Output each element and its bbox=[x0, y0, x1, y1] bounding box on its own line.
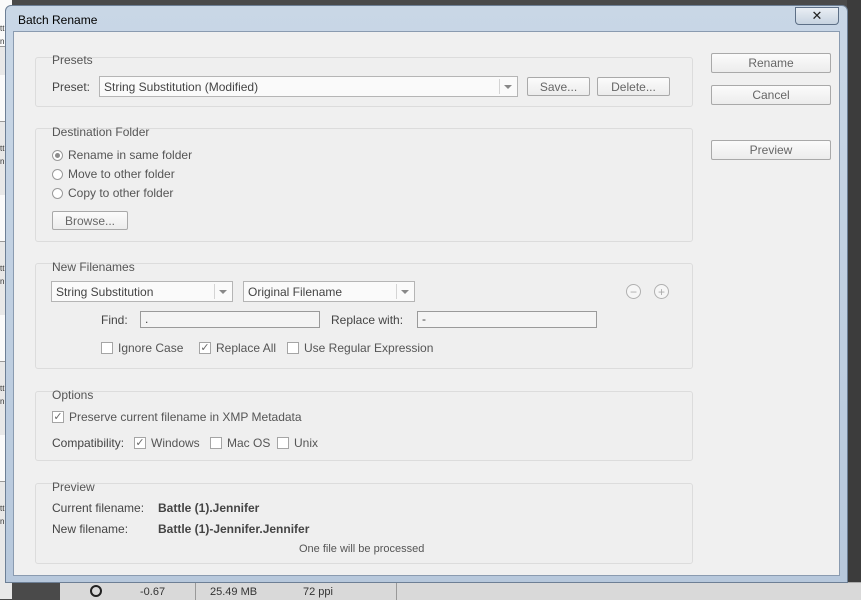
combo-divider bbox=[499, 79, 500, 94]
batch-rename-dialog: Batch Rename ✕ Presets Preset: String Su… bbox=[5, 5, 848, 583]
compatibility-label: Compatibility: bbox=[52, 436, 125, 450]
close-button[interactable]: ✕ bbox=[795, 7, 839, 25]
radio-move-other-folder[interactable]: Move to other folder bbox=[52, 167, 175, 181]
preview-button[interactable]: Preview bbox=[711, 140, 831, 160]
macos-checkbox[interactable]: Mac OS bbox=[210, 436, 270, 450]
checkbox[interactable] bbox=[101, 342, 113, 354]
replace-input[interactable]: - bbox=[417, 311, 597, 328]
cancel-button[interactable]: Cancel bbox=[711, 85, 831, 105]
status-value: -0.67 bbox=[140, 586, 166, 598]
ignore-case-checkbox[interactable]: Ignore Case bbox=[101, 341, 183, 355]
destination-group bbox=[35, 128, 693, 242]
replace-all-checkbox[interactable]: ✓ Replace All bbox=[199, 341, 276, 355]
radio-label: Move to other folder bbox=[68, 167, 175, 181]
chevron-down-icon bbox=[401, 290, 409, 294]
checkbox-label: Use Regular Expression bbox=[304, 341, 434, 355]
radio-rename-same-folder[interactable]: Rename in same folder bbox=[52, 148, 192, 162]
presets-title: Presets bbox=[52, 53, 93, 67]
status-divider bbox=[396, 583, 397, 600]
rename-type-select[interactable]: String Substitution bbox=[51, 281, 233, 302]
radio-button[interactable] bbox=[52, 149, 63, 161]
minus-icon: − bbox=[629, 284, 637, 299]
title-bar[interactable]: Batch Rename ✕ bbox=[6, 6, 847, 31]
dialog-title: Batch Rename bbox=[18, 13, 98, 27]
save-preset-button[interactable]: Save... bbox=[527, 77, 590, 96]
radio-label: Rename in same folder bbox=[68, 148, 193, 162]
checkbox-label: Mac OS bbox=[227, 436, 271, 450]
preserve-filename-checkbox[interactable]: ✓ Preserve current filename in XMP Metad… bbox=[52, 410, 302, 424]
rename-button[interactable]: Rename bbox=[711, 53, 831, 73]
combo-divider bbox=[396, 284, 397, 299]
preset-value: String Substitution (Modified) bbox=[104, 80, 259, 94]
rename-source-value: Original Filename bbox=[248, 285, 343, 299]
browse-button[interactable]: Browse... bbox=[52, 211, 128, 230]
target-icon bbox=[90, 585, 102, 597]
radio-button[interactable] bbox=[52, 187, 63, 199]
windows-checkbox[interactable]: ✓ Windows bbox=[134, 436, 200, 450]
preview-title: Preview bbox=[52, 480, 95, 494]
radio-button[interactable] bbox=[52, 168, 63, 180]
replace-label: Replace with: bbox=[331, 313, 404, 327]
options-group bbox=[35, 391, 693, 461]
checkbox[interactable]: ✓ bbox=[52, 411, 64, 423]
preset-select[interactable]: String Substitution (Modified) bbox=[99, 76, 518, 97]
radio-label: Copy to other folder bbox=[68, 186, 174, 200]
options-title: Options bbox=[52, 388, 94, 402]
find-input[interactable]: . bbox=[140, 311, 320, 328]
new-filename-label: New filename: bbox=[52, 522, 129, 536]
delete-preset-button[interactable]: Delete... bbox=[597, 77, 670, 96]
new-filename-value: Battle (1)-Jennifer.Jennifer bbox=[158, 522, 310, 536]
status-ppi: 72 ppi bbox=[303, 586, 333, 598]
chevron-down-icon bbox=[219, 290, 227, 294]
find-label: Find: bbox=[101, 313, 128, 327]
rename-source-select[interactable]: Original Filename bbox=[243, 281, 415, 302]
new-filenames-title: New Filenames bbox=[52, 260, 135, 274]
radio-copy-other-folder[interactable]: Copy to other folder bbox=[52, 186, 173, 200]
checkbox[interactable] bbox=[287, 342, 299, 354]
checkbox[interactable] bbox=[277, 437, 289, 449]
checkbox[interactable]: ✓ bbox=[134, 437, 146, 449]
current-filename-value: Battle (1).Jennifer bbox=[158, 501, 260, 515]
combo-divider bbox=[214, 284, 215, 299]
checkbox-label: Preserve current filename in XMP Metadat… bbox=[69, 410, 302, 424]
remove-rule-button[interactable]: − bbox=[626, 284, 641, 299]
dialog-client-area: Presets Preset: String Substitution (Mod… bbox=[13, 31, 840, 576]
regex-checkbox[interactable]: Use Regular Expression bbox=[287, 341, 433, 355]
checkbox[interactable]: ✓ bbox=[199, 342, 211, 354]
destination-title: Destination Folder bbox=[52, 125, 150, 139]
current-filename-label: Current filename: bbox=[52, 501, 145, 515]
preset-label: Preset: bbox=[52, 80, 91, 94]
checkbox[interactable] bbox=[210, 437, 222, 449]
background-status-bar: -0.67 25.49 MB 72 ppi bbox=[60, 582, 861, 600]
checkbox-label: Ignore Case bbox=[118, 341, 184, 355]
add-rule-button[interactable]: + bbox=[654, 284, 669, 299]
unix-checkbox[interactable]: Unix bbox=[277, 436, 318, 450]
checkbox-label: Replace All bbox=[216, 341, 277, 355]
close-icon: ✕ bbox=[811, 8, 823, 23]
status-size: 25.49 MB bbox=[210, 586, 258, 598]
rename-type-value: String Substitution bbox=[56, 285, 154, 299]
background-panel bbox=[847, 0, 861, 599]
status-divider bbox=[195, 583, 196, 600]
plus-icon: + bbox=[657, 284, 665, 299]
checkbox-label: Unix bbox=[294, 436, 319, 450]
chevron-down-icon bbox=[504, 85, 512, 89]
checkbox-label: Windows bbox=[151, 436, 200, 450]
files-processed-note: One file will be processed bbox=[299, 543, 425, 555]
